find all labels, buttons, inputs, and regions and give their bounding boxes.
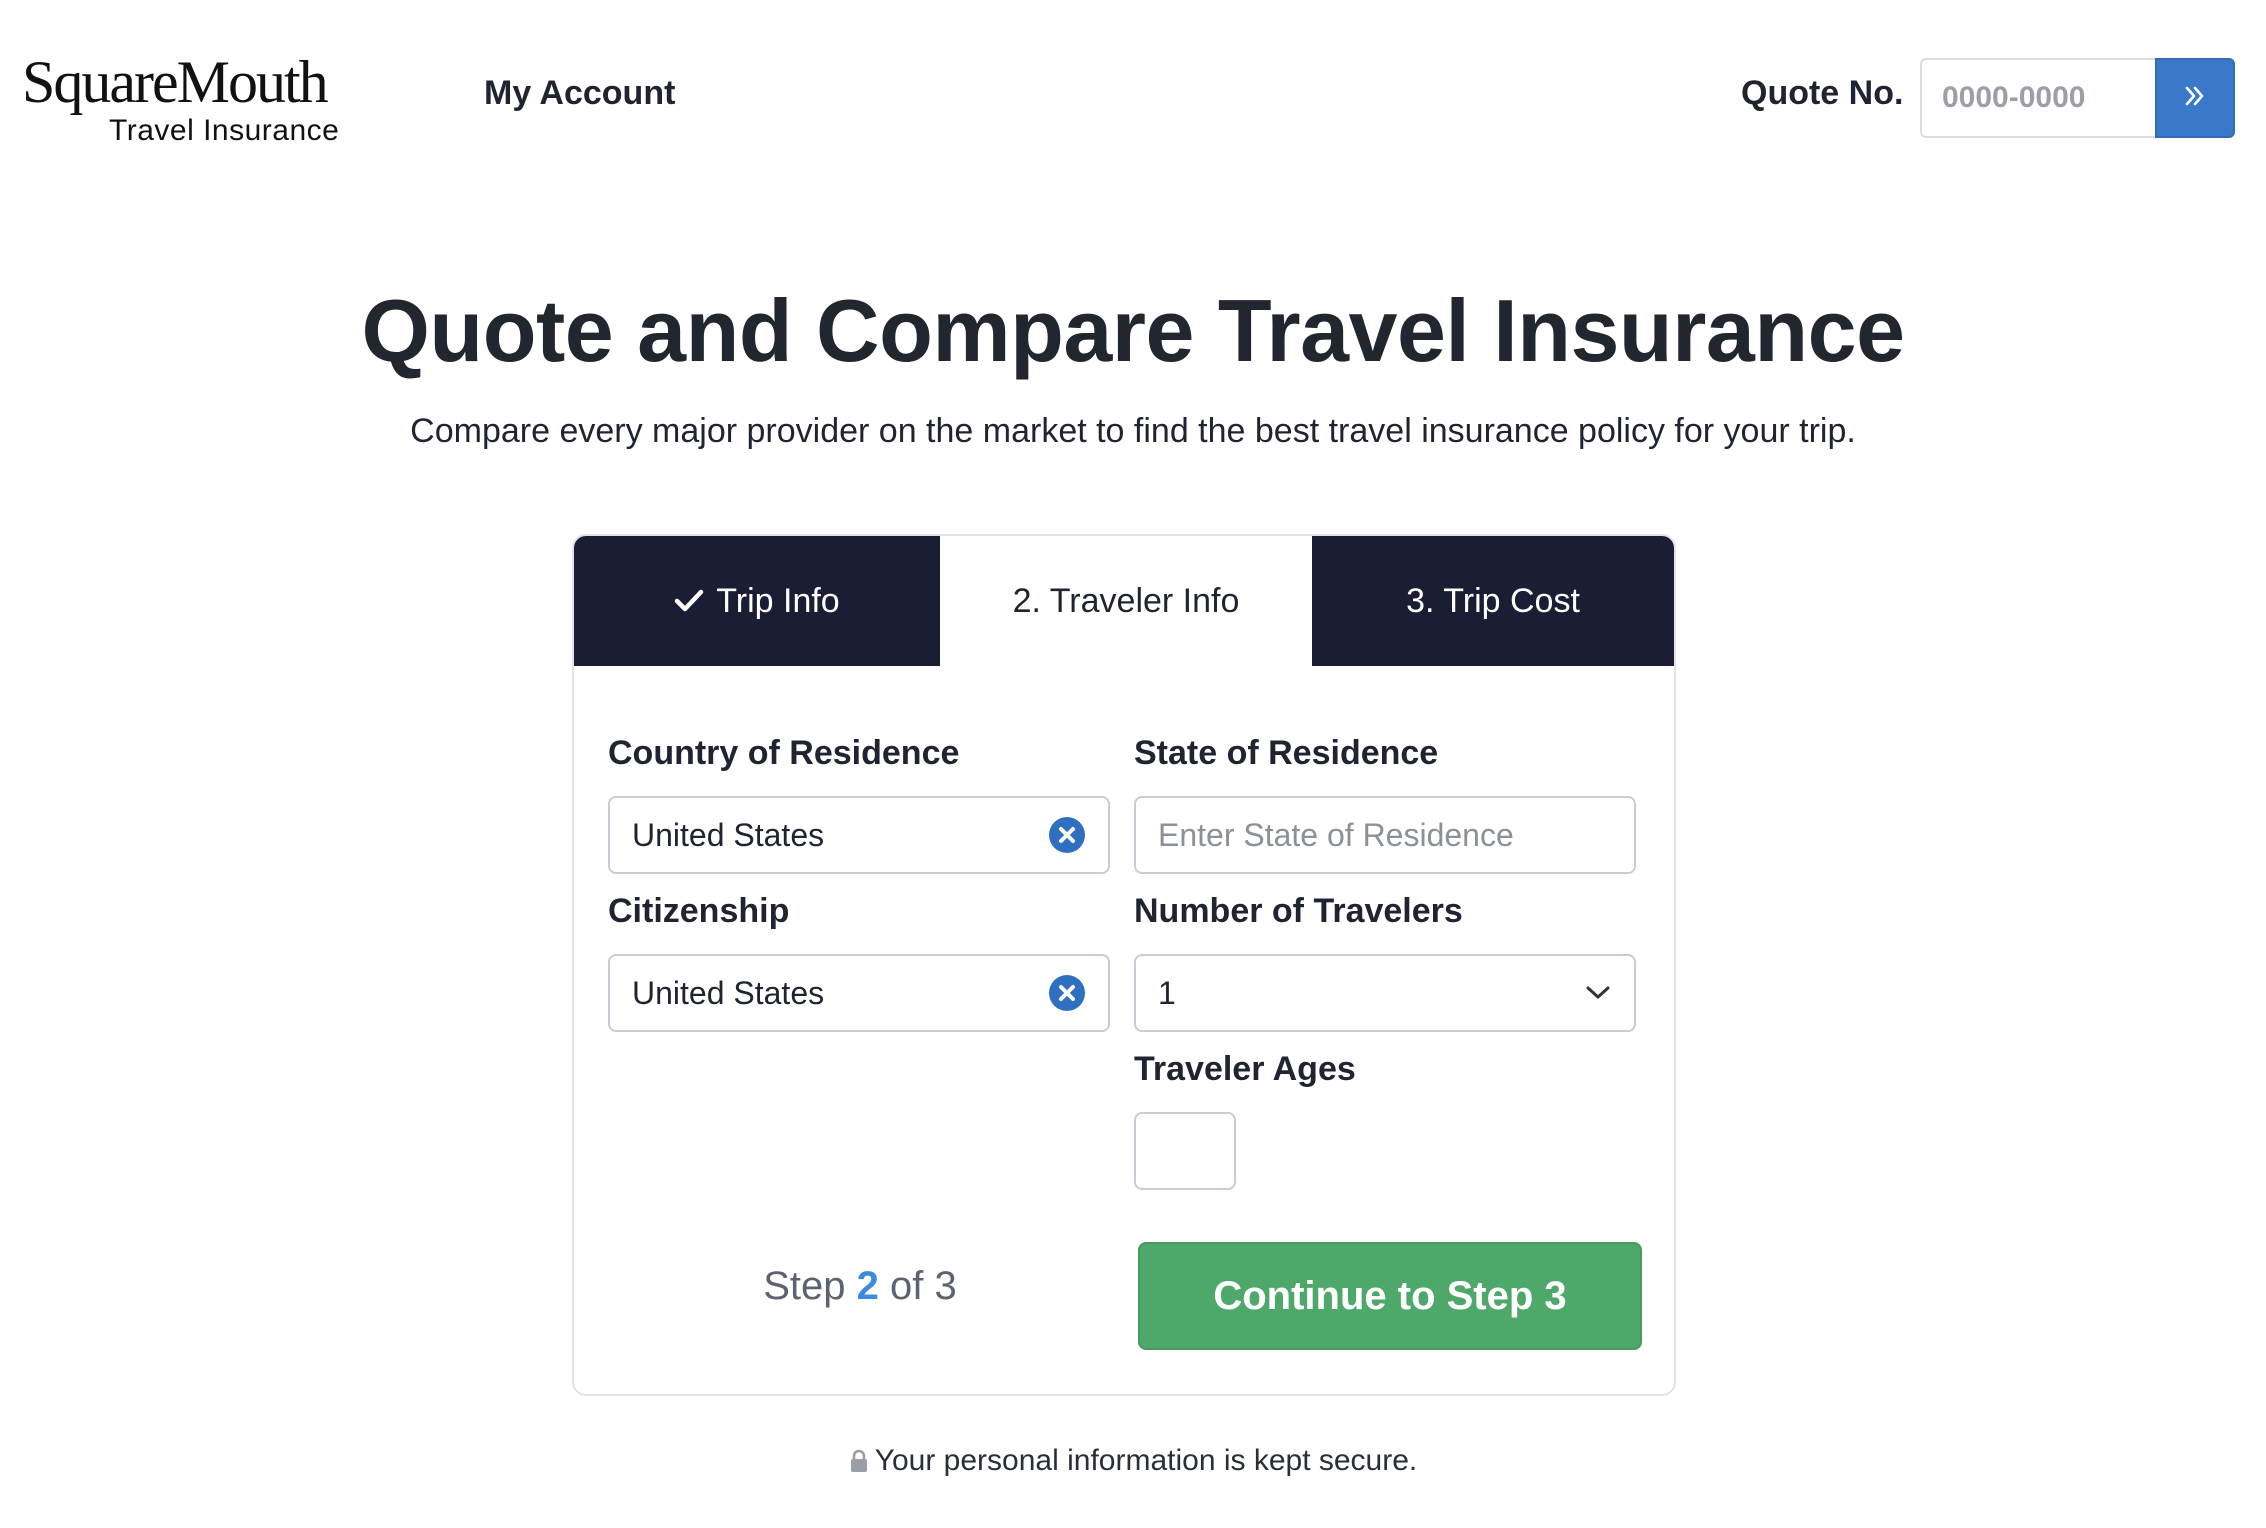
tab-trip-info[interactable]: Trip Info [574,536,940,666]
travelers-value: 1 [1158,974,1176,1011]
squaremouth-logo[interactable]: SquareMouth Travel Insurance [22,52,342,152]
quote-form-card: Trip Info 2. Traveler Info 3. Trip Cost … [572,534,1676,1396]
check-icon [674,588,704,614]
tab-trip-info-label: Trip Info [716,581,840,620]
quote-number-label: Quote No. [1741,74,1904,112]
step-prefix: Step [763,1264,846,1308]
logo-tagline: Travel Insurance [109,114,340,147]
citizenship-value: United States [632,974,825,1011]
step-indicator: Step 2 of 3 [574,1264,1146,1309]
site-header: SquareMouth Travel Insurance My Account … [0,0,2266,190]
logo-wordmark: SquareMouth [22,49,329,115]
lock-icon [849,1449,869,1473]
state-label: State of Residence [1134,734,1439,772]
state-field[interactable]: Enter State of Residence [1134,796,1636,874]
tab-traveler-info[interactable]: 2. Traveler Info [940,536,1312,666]
clear-circle-x-icon[interactable] [1048,974,1086,1012]
tab-trip-cost[interactable]: 3. Trip Cost [1312,536,1674,666]
travelers-select[interactable]: 1 [1134,954,1636,1032]
state-placeholder: Enter State of Residence [1158,816,1514,853]
page-subtitle: Compare every major provider on the mark… [410,412,1856,450]
quote-number-input[interactable] [1920,58,2156,138]
double-chevron-right-icon [2182,83,2208,114]
clear-circle-x-icon[interactable] [1048,816,1086,854]
tab-traveler-info-label: 2. Traveler Info [1012,581,1240,620]
chevron-down-icon [1584,979,1612,1007]
travelers-label: Number of Travelers [1134,892,1463,930]
continue-button[interactable]: Continue to Step 3 [1138,1242,1642,1350]
country-label: Country of Residence [608,734,960,772]
step-suffix: of 3 [890,1264,957,1308]
secure-text: Your personal information is kept secure… [874,1444,1418,1477]
citizenship-label: Citizenship [608,892,790,930]
step-current: 2 [856,1264,879,1308]
citizenship-field[interactable]: United States [608,954,1110,1032]
country-value: United States [632,816,825,853]
step-tabs: Trip Info 2. Traveler Info 3. Trip Cost [574,536,1674,666]
tab-trip-cost-label: 3. Trip Cost [1406,581,1580,620]
my-account-link[interactable]: My Account [484,74,675,113]
page-title: Quote and Compare Travel Insurance [361,281,1905,380]
quote-lookup-button[interactable] [2155,58,2235,138]
traveler-age-input[interactable] [1134,1112,1236,1190]
country-field[interactable]: United States [608,796,1110,874]
traveler-ages-label: Traveler Ages [1134,1050,1356,1088]
secure-note: Your personal information is kept secure… [0,1444,2266,1478]
